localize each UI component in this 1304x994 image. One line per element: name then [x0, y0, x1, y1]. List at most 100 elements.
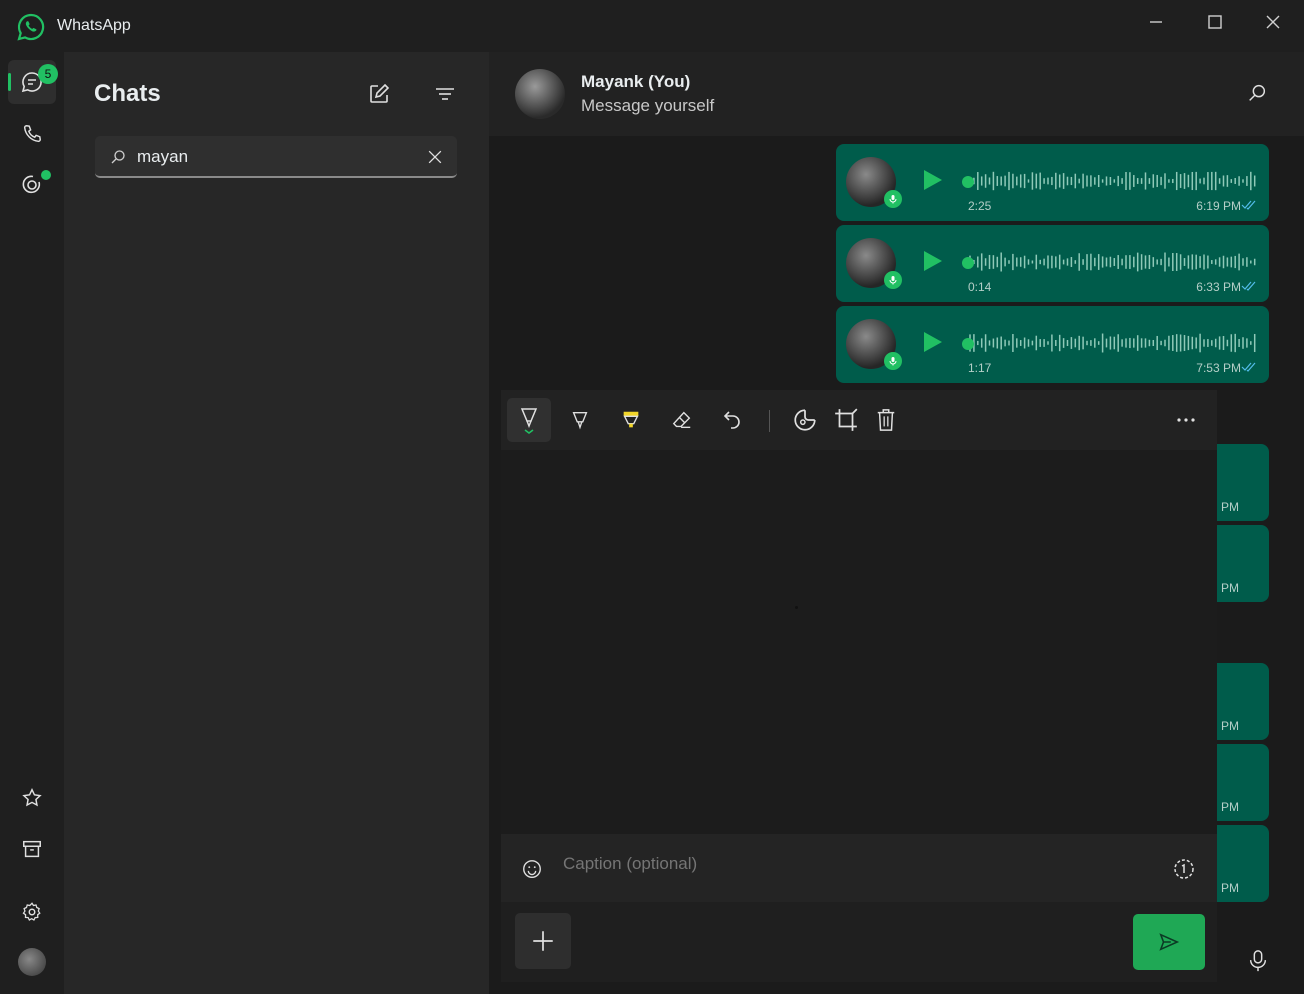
chats-panel: Chats [64, 52, 489, 994]
message-time: 6:19 PM [1196, 199, 1241, 213]
rail-calls-button[interactable] [8, 112, 56, 156]
plus-icon [533, 931, 553, 951]
caption-bar [501, 834, 1217, 902]
chat-header[interactable]: Mayank (You) Message yourself [489, 52, 1304, 136]
voice-message-partial[interactable]: PM [1217, 444, 1269, 521]
active-indicator [8, 73, 11, 91]
drawing-canvas[interactable] [501, 450, 1217, 834]
undo-icon [723, 411, 740, 429]
rail-chats-button[interactable]: 5 [8, 60, 58, 104]
minimize-icon[interactable] [1144, 10, 1168, 34]
rail-profile-button[interactable] [8, 940, 56, 984]
title-bar: WhatsApp [0, 0, 1304, 52]
rail-starred-button[interactable] [8, 776, 56, 820]
filter-icon[interactable] [433, 82, 457, 106]
read-ticks-icon [1241, 200, 1256, 210]
waveform[interactable] [964, 331, 1259, 355]
mic-badge-icon [884, 190, 902, 208]
playback-knob[interactable] [962, 338, 974, 350]
search-box [95, 136, 457, 178]
contact-subtitle: Message yourself [581, 96, 715, 115]
eraser-icon [672, 411, 691, 429]
waveform[interactable] [964, 169, 1259, 193]
whatsapp-logo-icon [17, 13, 45, 41]
read-ticks-icon [1241, 281, 1256, 291]
play-icon[interactable] [924, 332, 942, 352]
voice-message-partial[interactable]: PM [1217, 744, 1269, 821]
waveform[interactable] [964, 250, 1259, 274]
panel-title: Chats [94, 80, 161, 107]
message-time: 7:53 PM [1196, 361, 1241, 375]
voice-message[interactable]: 1:17 7:53 PM [836, 306, 1269, 383]
canvas-dot [795, 606, 798, 609]
nav-rail: 5 [0, 52, 64, 994]
send-icon [1159, 933, 1180, 951]
crop-icon [835, 408, 858, 431]
app-title: WhatsApp [57, 17, 131, 34]
rail-settings-button[interactable] [8, 890, 56, 934]
close-icon[interactable] [1261, 10, 1285, 34]
voice-message[interactable]: 0:14 6:33 PM [836, 225, 1269, 302]
add-media-button[interactable] [515, 913, 571, 969]
voice-message-partial[interactable]: PM [1217, 825, 1269, 902]
message-time: PM [1221, 800, 1239, 814]
profile-avatar [18, 948, 46, 976]
rail-status-button[interactable] [8, 163, 56, 207]
playback-knob[interactable] [962, 176, 974, 188]
sticker-tool-button[interactable] [783, 398, 827, 442]
send-button[interactable] [1133, 914, 1205, 970]
unread-badge: 5 [38, 64, 58, 84]
chat-search-icon[interactable] [1246, 82, 1268, 104]
voice-duration: 2:25 [968, 199, 992, 213]
search-icon [111, 150, 125, 164]
message-time: PM [1221, 881, 1239, 895]
eraser-tool-button[interactable] [660, 398, 704, 442]
delete-button[interactable] [864, 398, 908, 442]
more-options-button[interactable] [1164, 398, 1208, 442]
voice-duration: 0:14 [968, 280, 992, 294]
toolbar-divider [769, 410, 770, 432]
play-icon[interactable] [924, 251, 942, 271]
new-chat-icon[interactable] [367, 82, 391, 106]
trash-icon [877, 409, 895, 431]
voice-record-icon[interactable] [1247, 948, 1269, 974]
pen-icon [520, 408, 538, 434]
voice-message[interactable]: 2:25 6:19 PM [836, 144, 1269, 221]
status-dot [41, 170, 51, 180]
read-ticks-icon [1241, 362, 1256, 372]
highlighter-icon [623, 411, 639, 428]
message-time: PM [1221, 719, 1239, 733]
more-icon [1177, 418, 1195, 422]
emoji-icon[interactable] [521, 858, 543, 880]
star-icon [22, 788, 42, 807]
highlighter-tool-button[interactable] [609, 398, 653, 442]
mic-badge-icon [884, 352, 902, 370]
contact-avatar[interactable] [515, 69, 565, 119]
image-editor [501, 390, 1217, 982]
rail-archived-button[interactable] [8, 827, 56, 871]
search-input[interactable] [137, 146, 407, 168]
mic-badge-icon [884, 271, 902, 289]
phone-icon [23, 125, 41, 143]
pen-tool-button[interactable] [507, 398, 551, 442]
contact-name: Mayank (You) [581, 72, 691, 91]
message-time: 6:33 PM [1196, 280, 1241, 294]
voice-message-partial[interactable]: PM [1217, 525, 1269, 602]
play-icon[interactable] [924, 170, 942, 190]
sticker-icon [794, 409, 816, 431]
message-time: PM [1221, 581, 1239, 595]
message-time: PM [1221, 500, 1239, 514]
playback-knob[interactable] [962, 257, 974, 269]
clear-search-icon[interactable] [425, 147, 445, 167]
archive-icon [23, 840, 41, 858]
chat-pane: Mayank (You) Message yourself 2:25 6:19 … [489, 52, 1304, 994]
maximize-icon[interactable] [1203, 10, 1227, 34]
caption-input[interactable] [563, 854, 1123, 874]
editor-toolbar [501, 390, 1217, 450]
gear-icon [22, 902, 41, 921]
crop-tool-button[interactable] [824, 398, 868, 442]
view-once-icon[interactable] [1172, 857, 1196, 881]
marker-tool-button[interactable] [558, 398, 602, 442]
voice-message-partial[interactable]: PM [1217, 663, 1269, 740]
undo-button[interactable] [710, 398, 754, 442]
